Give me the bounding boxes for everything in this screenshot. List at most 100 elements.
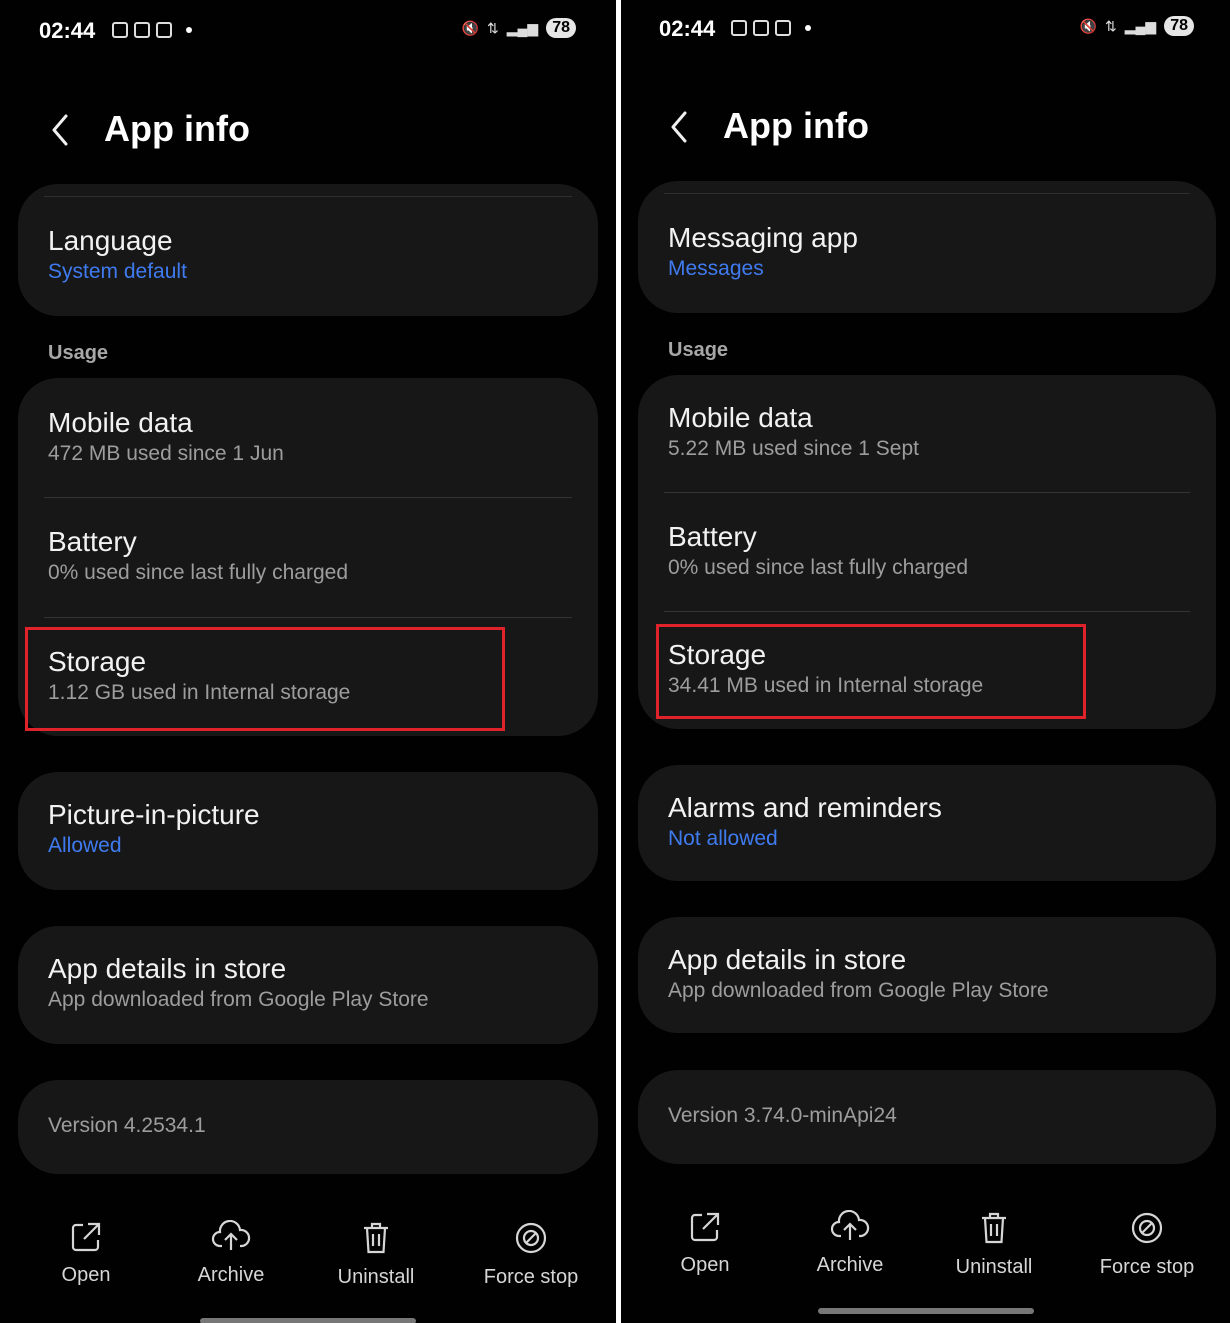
divider — [44, 617, 572, 618]
uninstall-button[interactable]: Uninstall — [919, 1210, 1069, 1279]
messaging-app-card[interactable]: Messaging app Messages — [638, 181, 1216, 313]
pip-value: Allowed — [48, 834, 122, 857]
more-notifications-icon — [805, 25, 811, 31]
version-card: Version 4.2534.1 — [18, 1080, 598, 1174]
store-card[interactable]: App details in store App downloaded from… — [18, 926, 598, 1044]
archive-icon — [830, 1210, 870, 1240]
store-item[interactable]: App details in store App downloaded from… — [668, 943, 1196, 1005]
page-title: App info — [723, 105, 869, 146]
open-label: Open — [61, 1264, 111, 1286]
messaging-app-value: Messages — [668, 257, 764, 280]
alarms-card[interactable]: Alarms and reminders Not allowed — [638, 765, 1216, 881]
storage-highlight-box — [656, 624, 1086, 719]
storage-highlight-box — [25, 627, 505, 731]
network-4g-icon: ⇅ — [1105, 17, 1117, 34]
battery-item[interactable]: Battery 0% used since last fully charged — [48, 525, 578, 587]
force-stop-label: Force stop — [1099, 1256, 1195, 1278]
version-card: Version 3.74.0-minApi24 — [638, 1070, 1216, 1164]
messaging-app-title: Messaging app — [668, 222, 858, 253]
screenshot-icon — [753, 20, 769, 36]
mail-icon — [156, 22, 172, 38]
battery-level: 78 — [546, 18, 576, 38]
pip-title: Picture-in-picture — [48, 799, 260, 830]
open-button[interactable]: Open — [630, 1210, 780, 1277]
app-bar: App info — [0, 100, 616, 160]
mute-icon: 🔇 — [461, 19, 480, 36]
back-arrow-icon[interactable] — [665, 107, 701, 147]
mobile-data-title: Mobile data — [668, 402, 813, 433]
archive-icon — [211, 1220, 251, 1250]
right-phone-screen: 02:44 🔇 ⇅ ▂▄▆ 78 App info Messaging app … — [621, 0, 1230, 1323]
battery-title: Battery — [668, 521, 757, 552]
mail-icon — [775, 20, 791, 36]
language-value: System default — [48, 260, 187, 283]
open-button[interactable]: Open — [11, 1220, 161, 1287]
battery-value: 0% used since last fully charged — [668, 556, 968, 579]
signal-icon: ▂▄▆ — [1124, 17, 1157, 34]
system-icons: 🔇 ⇅ ▂▄▆ 78 — [462, 18, 576, 38]
uninstall-label: Uninstall — [955, 1256, 1033, 1278]
nav-handle[interactable] — [818, 1308, 1034, 1314]
usage-section-header: Usage — [668, 339, 729, 361]
mobile-data-value: 5.22 MB used since 1 Sept — [668, 437, 919, 460]
language-card[interactable]: Language System default — [18, 184, 598, 316]
signal-icon: ▂▄▆ — [506, 19, 539, 36]
open-icon — [690, 1212, 720, 1242]
force-stop-label: Force stop — [483, 1266, 579, 1288]
archive-button[interactable]: Archive — [156, 1220, 306, 1287]
system-icons: 🔇 ⇅ ▂▄▆ 78 — [1080, 16, 1194, 36]
store-value: App downloaded from Google Play Store — [48, 988, 429, 1011]
store-title: App details in store — [668, 944, 907, 975]
store-value: App downloaded from Google Play Store — [668, 979, 1049, 1002]
trash-icon — [982, 1212, 1006, 1244]
battery-item[interactable]: Battery 0% used since last fully charged — [668, 520, 1196, 582]
status-time: 02:44 — [659, 16, 716, 41]
divider — [664, 611, 1190, 612]
messaging-app-item[interactable]: Messaging app Messages — [668, 221, 1196, 283]
trash-icon — [364, 1222, 388, 1254]
page-title: App info — [104, 108, 250, 149]
screenshot-icon — [112, 22, 128, 38]
archive-label: Archive — [197, 1264, 265, 1286]
language-title: Language — [48, 225, 173, 256]
force-stop-button[interactable]: Force stop — [456, 1220, 606, 1289]
alarms-value: Not allowed — [668, 827, 778, 850]
mobile-data-value: 472 MB used since 1 Jun — [48, 442, 284, 465]
uninstall-button[interactable]: Uninstall — [301, 1220, 451, 1289]
alarms-item[interactable]: Alarms and reminders Not allowed — [668, 791, 1196, 853]
status-bar: 02:44 🔇 ⇅ ▂▄▆ 78 — [0, 10, 616, 70]
mobile-data-item[interactable]: Mobile data 5.22 MB used since 1 Sept — [668, 401, 1196, 463]
device-icon — [134, 22, 150, 38]
force-stop-icon — [515, 1222, 547, 1254]
network-4g-icon: ⇅ — [487, 19, 499, 36]
archive-button[interactable]: Archive — [775, 1210, 925, 1277]
nav-handle[interactable] — [200, 1318, 416, 1323]
uninstall-label: Uninstall — [337, 1266, 415, 1288]
notification-icons — [112, 22, 192, 38]
store-item[interactable]: App details in store App downloaded from… — [48, 952, 578, 1014]
divider — [44, 497, 572, 498]
left-phone-screen: 02:44 🔇 ⇅ ▂▄▆ 78 App info Language Syste… — [0, 0, 616, 1323]
mobile-data-title: Mobile data — [48, 407, 193, 438]
store-card[interactable]: App details in store App downloaded from… — [638, 917, 1216, 1033]
archive-label: Archive — [816, 1254, 884, 1276]
alarms-title: Alarms and reminders — [668, 792, 942, 823]
force-stop-icon — [1131, 1212, 1163, 1244]
force-stop-button[interactable]: Force stop — [1072, 1210, 1222, 1279]
open-label: Open — [680, 1254, 730, 1276]
pip-item[interactable]: Picture-in-picture Allowed — [48, 798, 578, 860]
battery-level: 78 — [1164, 16, 1194, 36]
status-bar: 02:44 🔇 ⇅ ▂▄▆ 78 — [621, 8, 1230, 68]
version-text: Version 4.2534.1 — [48, 1114, 206, 1137]
language-item[interactable]: Language System default — [48, 224, 578, 286]
app-bar: App info — [621, 97, 1230, 157]
pip-card[interactable]: Picture-in-picture Allowed — [18, 772, 598, 890]
divider — [664, 492, 1190, 493]
store-title: App details in store — [48, 953, 287, 984]
notification-icons — [731, 20, 811, 36]
mobile-data-item[interactable]: Mobile data 472 MB used since 1 Jun — [48, 406, 578, 468]
mute-icon: 🔇 — [1079, 17, 1098, 34]
status-time: 02:44 — [39, 18, 96, 43]
usage-section-header: Usage — [48, 342, 109, 364]
back-arrow-icon[interactable] — [46, 110, 82, 150]
